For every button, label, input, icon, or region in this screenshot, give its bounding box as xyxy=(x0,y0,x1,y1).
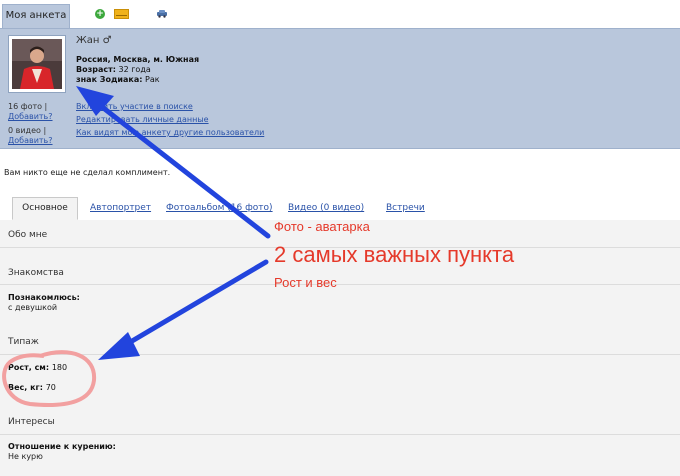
annotation-photo: Фото - аватарка xyxy=(274,219,370,234)
annotation-overlay xyxy=(2,86,271,407)
highlight-circle xyxy=(2,350,97,407)
arrow-to-avatar xyxy=(76,86,271,239)
arrow-to-height xyxy=(98,259,269,360)
annotation-main: 2 самых важных пункта xyxy=(274,242,515,267)
annotation-height: Рост и вес xyxy=(274,275,337,290)
